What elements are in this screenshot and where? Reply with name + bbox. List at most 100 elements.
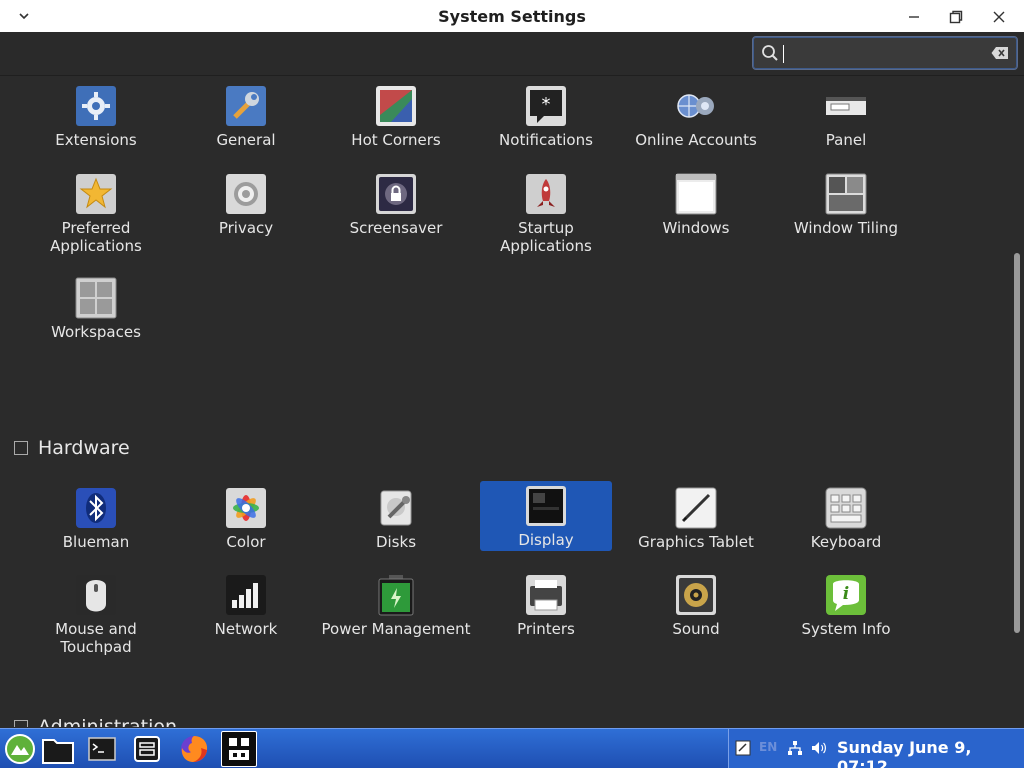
settings-item-preferred-applications[interactable]: Preferred Applications <box>30 169 162 255</box>
settings-item-label: Extensions <box>55 131 137 149</box>
settings-item-printers[interactable]: Printers <box>480 570 612 640</box>
taskbar-terminal-button[interactable] <box>84 731 120 767</box>
disks-icon <box>380 490 412 526</box>
settings-item-label: Sound <box>672 620 720 638</box>
settings-item-hot-corners[interactable]: Hot Corners <box>330 81 462 151</box>
settings-item-graphics-tablet[interactable]: Graphics Tablet <box>630 483 762 553</box>
system-info-icon: i <box>826 575 866 615</box>
title-bar: System Settings <box>0 0 1024 32</box>
settings-item-label: Online Accounts <box>635 131 757 149</box>
settings-item-network[interactable]: Network <box>180 570 312 640</box>
settings-item-panel[interactable]: Panel <box>780 81 912 151</box>
settings-item-color[interactable]: Color <box>180 483 312 553</box>
taskbar: EN Sunday June 9, 07:12 <box>0 728 1024 768</box>
extensions-icon <box>76 86 116 126</box>
settings-app-icon <box>229 738 249 760</box>
settings-item-label: System Info <box>801 620 891 638</box>
terminal-icon <box>88 737 116 761</box>
network-icon <box>226 575 266 615</box>
settings-item-notifications[interactable]: * Notifications <box>480 81 612 151</box>
keyboard-layout-indicator[interactable]: EN <box>759 740 777 754</box>
settings-item-keyboard[interactable]: Keyboard <box>780 483 912 553</box>
settings-item-sound[interactable]: Sound <box>630 570 762 640</box>
clock[interactable]: Sunday June 9, 07:12 <box>837 738 1024 768</box>
minimize-icon <box>909 16 919 18</box>
settings-item-blueman[interactable]: Blueman <box>30 483 162 553</box>
settings-item-label: Keyboard <box>810 533 882 551</box>
taskbar-firefox-button[interactable] <box>176 731 212 767</box>
windows-icon <box>675 173 717 215</box>
close-icon <box>993 11 1005 23</box>
settings-item-label: Network <box>214 620 278 638</box>
settings-item-power-management[interactable]: Power Management <box>322 570 470 654</box>
settings-item-disks[interactable]: Disks <box>330 483 462 553</box>
settings-item-label: Windows <box>662 219 730 237</box>
color-icon <box>226 488 266 528</box>
taskbar-files-button[interactable] <box>40 731 76 767</box>
administration-section-icon <box>14 720 28 727</box>
search-icon <box>762 45 778 61</box>
online-accounts-icon <box>677 94 714 118</box>
volume-icon[interactable] <box>811 740 827 756</box>
settings-item-workspaces[interactable]: Workspaces <box>30 273 162 343</box>
settings-item-label: Color <box>226 533 266 551</box>
taskbar-system-settings-button[interactable] <box>221 731 257 767</box>
settings-panel: Extensions General Hot Corners * Notific… <box>0 77 1010 727</box>
settings-item-label: General <box>216 131 276 149</box>
hot-corners-icon <box>376 86 416 126</box>
minimize-button[interactable] <box>903 6 925 28</box>
hardware-section-icon <box>14 441 28 455</box>
clear-search-icon[interactable] <box>991 46 1009 60</box>
system-tray: EN Sunday June 9, 07:12 <box>728 729 1024 768</box>
settings-item-label: Printers <box>517 620 575 638</box>
menu-button[interactable] <box>2 731 38 767</box>
settings-item-general[interactable]: General <box>180 81 312 151</box>
window-title: System Settings <box>438 7 586 26</box>
vertical-scrollbar[interactable] <box>1010 77 1024 727</box>
keyboard-icon <box>825 487 867 529</box>
screensaver-icon <box>376 174 416 214</box>
scrollbar-thumb[interactable] <box>1014 253 1020 633</box>
settings-item-mouse-touchpad[interactable]: Mouse and Touchpad <box>30 570 162 656</box>
settings-item-window-tiling[interactable]: Window Tiling <box>780 169 912 239</box>
settings-item-startup-applications[interactable]: Startup Applications <box>480 169 612 255</box>
settings-item-label: Power Management <box>321 620 471 638</box>
search-input[interactable] <box>783 43 983 63</box>
settings-item-label: Hot Corners <box>351 131 441 149</box>
section-title: Administration <box>38 716 178 727</box>
settings-item-windows[interactable]: Windows <box>630 169 762 239</box>
printer-icon <box>526 575 566 615</box>
settings-item-system-info[interactable]: i System Info <box>780 570 912 640</box>
archive-icon <box>134 736 160 762</box>
firefox-icon <box>181 736 208 762</box>
settings-item-extensions[interactable]: Extensions <box>30 81 162 151</box>
restore-icon <box>949 10 963 24</box>
settings-item-label: Preferred Applications <box>50 219 142 255</box>
section-header-administration: Administration <box>14 716 177 727</box>
close-button[interactable] <box>988 6 1010 28</box>
preferred-applications-icon <box>76 174 116 214</box>
settings-item-screensaver[interactable]: Screensaver <box>330 169 462 239</box>
network-tray-icon[interactable] <box>787 740 803 756</box>
general-icon <box>226 86 266 126</box>
settings-item-online-accounts[interactable]: Online Accounts <box>630 81 762 151</box>
settings-item-label: Mouse and Touchpad <box>55 620 137 656</box>
settings-item-label: Blueman <box>62 533 130 551</box>
maximize-button[interactable] <box>945 6 967 28</box>
settings-item-display[interactable]: Display <box>480 481 612 551</box>
mouse-icon <box>76 575 116 615</box>
power-icon <box>378 575 414 616</box>
section-title: Hardware <box>38 437 130 459</box>
taskbar-archive-button[interactable] <box>129 731 165 767</box>
display-icon <box>526 486 566 526</box>
settings-item-label: Notifications <box>499 131 593 149</box>
settings-item-privacy[interactable]: Privacy <box>180 169 312 239</box>
graphics-tablet-icon <box>675 487 717 529</box>
tray-app-icon[interactable] <box>735 740 751 756</box>
settings-item-label: Screensaver <box>349 219 443 237</box>
bluetooth-icon <box>76 488 116 528</box>
header-bar <box>0 32 1024 76</box>
section-header-hardware: Hardware <box>14 437 130 459</box>
search-box[interactable] <box>752 36 1018 70</box>
text-caret <box>783 45 784 63</box>
